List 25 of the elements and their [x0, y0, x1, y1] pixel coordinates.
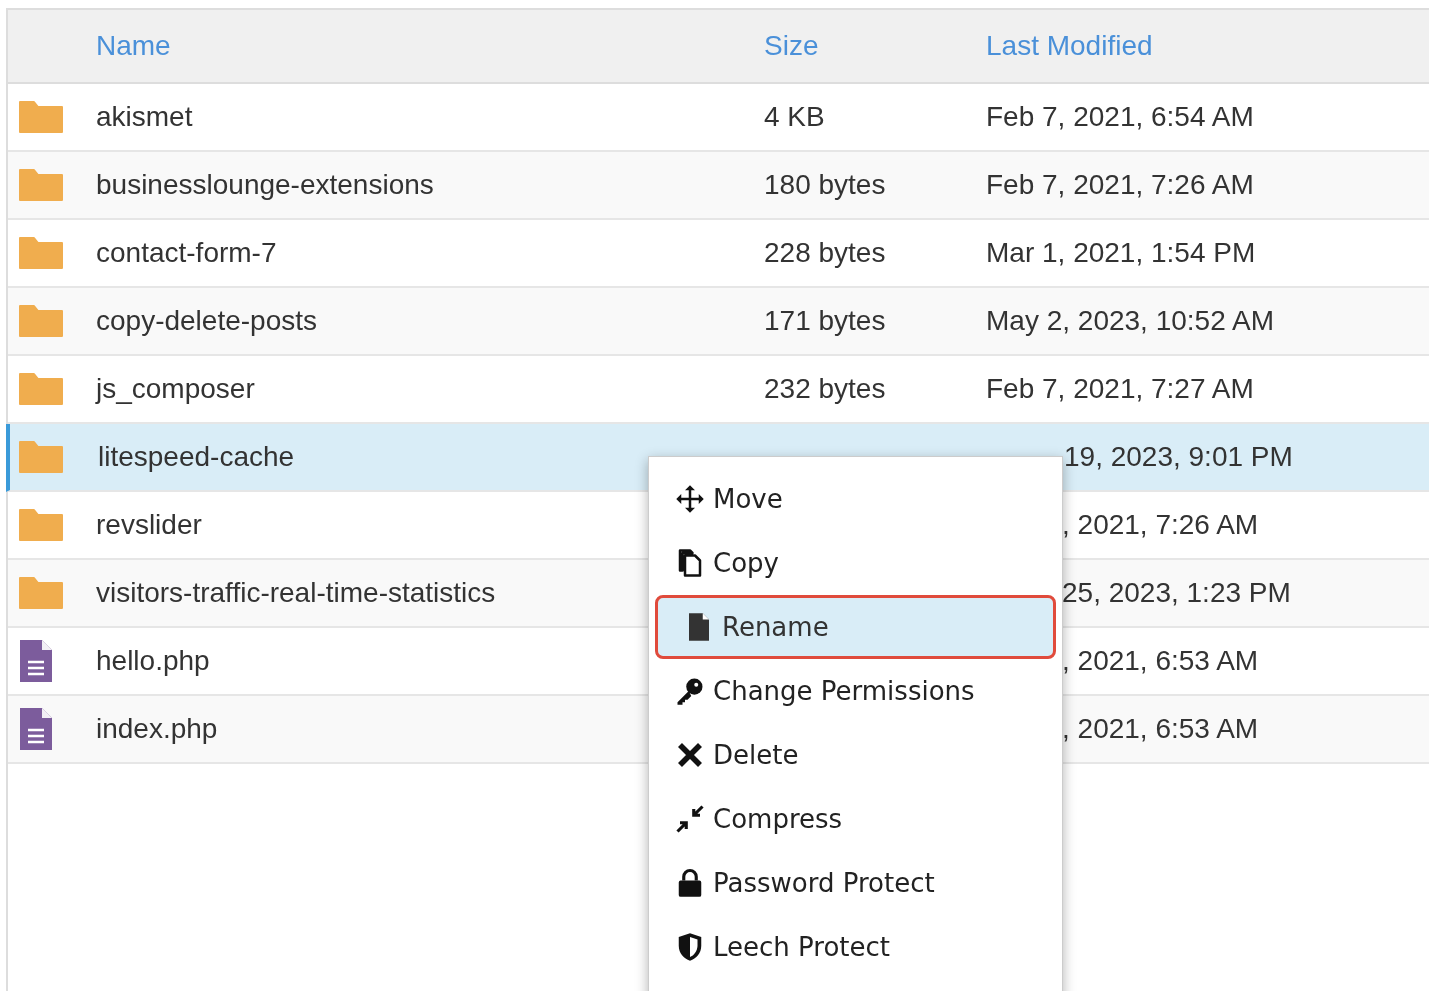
modified-date: Feb 7, 2021, 7:27 AM: [986, 372, 1254, 406]
file-name: contact-form-7: [96, 236, 278, 270]
file-name: index.php: [96, 712, 219, 746]
file-name: businesslounge-extensions: [96, 168, 435, 202]
modified-date: , 2021, 6:53 AM: [1062, 712, 1259, 746]
modified-date: , 2021, 6:53 AM: [1062, 644, 1259, 678]
modified-date: 25, 2023, 1:23 PM: [1062, 576, 1291, 610]
file-name: copy-delete-posts: [96, 304, 318, 338]
modified-date: 19, 2023, 9:01 PM: [1064, 440, 1293, 474]
file-name: akismet: [96, 100, 194, 134]
file-name: revslider: [96, 508, 203, 542]
file-name: visitors-traffic-real-time-statistics: [96, 576, 497, 610]
modified-date: Mar 1, 2021, 1:54 PM: [986, 236, 1256, 270]
modified-date: Feb 7, 2021, 6:54 AM: [986, 100, 1254, 134]
modified-date: Feb 7, 2021, 7:26 AM: [986, 168, 1254, 202]
file-name: js_composer: [96, 372, 256, 406]
file-size: 171 bytes: [764, 304, 887, 338]
file-size: 228 bytes: [764, 236, 887, 270]
file-size: 232 bytes: [764, 372, 887, 406]
file-size: 180 bytes: [764, 168, 887, 202]
modified-date: May 2, 2023, 10:52 AM: [986, 304, 1274, 338]
modified-date: , 2021, 7:26 AM: [1062, 508, 1259, 542]
file-name: litespeed-cache: [98, 440, 296, 474]
file-name: hello.php: [96, 644, 211, 678]
file-size: 4 KB: [764, 100, 826, 134]
